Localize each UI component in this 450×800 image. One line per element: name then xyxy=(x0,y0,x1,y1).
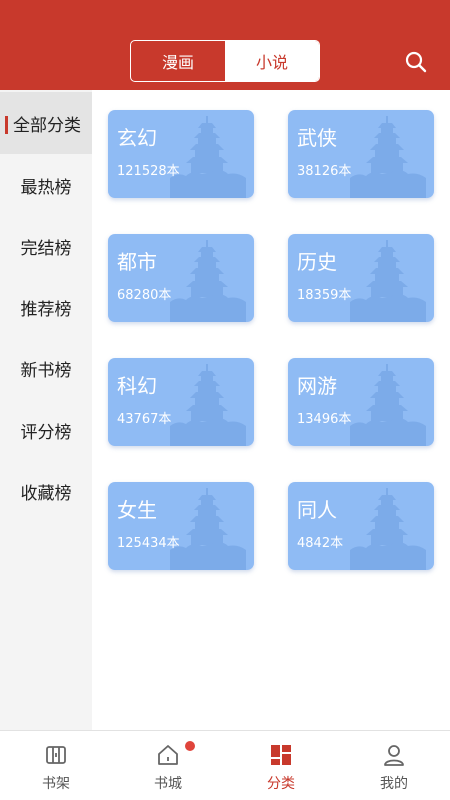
category-count: 121528本 xyxy=(117,164,180,179)
pagoda-illustration xyxy=(170,364,246,446)
category-card-tongren[interactable]: 同人 4842本 xyxy=(288,482,434,570)
sidebar-item-rating[interactable]: 评分榜 xyxy=(0,399,92,461)
pagoda-illustration xyxy=(350,240,426,322)
sidebar-item-label: 推荐榜 xyxy=(20,299,72,320)
sidebar-item-new-books[interactable]: 新书榜 xyxy=(0,337,92,399)
sidebar-item-favorites[interactable]: 收藏榜 xyxy=(0,460,92,522)
category-name: 同人 xyxy=(297,498,337,522)
category-count: 125434本 xyxy=(117,536,180,551)
ranking-sidebar: 全部分类 最热榜 完结榜 推荐榜 新书榜 评分榜 收藏榜 xyxy=(0,90,92,730)
tab-label: 书架 xyxy=(42,776,70,792)
category-card-lishi[interactable]: 历史 18359本 xyxy=(288,234,434,322)
category-name: 玄幻 xyxy=(117,126,157,150)
category-name: 都市 xyxy=(117,250,157,274)
search-icon[interactable] xyxy=(404,50,428,74)
tab-label: 我的 xyxy=(380,776,408,792)
pagoda-illustration xyxy=(350,116,426,198)
category-count: 43767本 xyxy=(117,412,172,427)
sidebar-item-label: 最热榜 xyxy=(20,177,72,198)
sidebar-item-recommended[interactable]: 推荐榜 xyxy=(0,276,92,338)
sidebar-item-label: 新书榜 xyxy=(20,360,72,381)
category-card-wangyou[interactable]: 网游 13496本 xyxy=(288,358,434,446)
category-card-xuanhuan[interactable]: 玄幻 121528本 xyxy=(108,110,254,198)
tab-novels[interactable]: 小说 xyxy=(225,41,319,81)
category-count: 18359本 xyxy=(297,288,352,303)
category-card-wuxia[interactable]: 武侠 38126本 xyxy=(288,110,434,198)
tab-profile[interactable]: 我的 xyxy=(338,731,450,800)
tab-bookshelf[interactable]: 书架 xyxy=(0,731,112,800)
pagoda-illustration xyxy=(170,116,246,198)
tab-label: 书城 xyxy=(154,776,182,792)
tab-label: 分类 xyxy=(267,776,295,792)
content-type-switch: 漫画 小说 xyxy=(130,40,320,82)
pagoda-illustration xyxy=(350,364,426,446)
category-card-nvsheng[interactable]: 女生 125434本 xyxy=(108,482,254,570)
category-card-dushi[interactable]: 都市 68280本 xyxy=(108,234,254,322)
sidebar-item-label: 收藏榜 xyxy=(20,483,72,504)
bottom-tab-bar: 书架 书城 分类 我的 xyxy=(0,730,450,800)
sidebar-item-completed[interactable]: 完结榜 xyxy=(0,215,92,277)
sidebar-item-label: 评分榜 xyxy=(20,422,72,443)
tab-category[interactable]: 分类 xyxy=(225,731,337,800)
sidebar-item-label: 全部分类 xyxy=(13,115,81,136)
category-name: 网游 xyxy=(297,374,337,398)
category-count: 68280本 xyxy=(117,288,172,303)
category-icon xyxy=(271,745,291,765)
category-count: 13496本 xyxy=(297,412,352,427)
category-count: 4842本 xyxy=(297,536,344,551)
category-name: 科幻 xyxy=(117,374,157,398)
category-name: 女生 xyxy=(117,498,157,522)
bookshelf-icon xyxy=(46,746,66,764)
pagoda-illustration xyxy=(350,488,426,570)
active-indicator xyxy=(5,116,8,134)
sidebar-item-label: 完结榜 xyxy=(20,238,72,259)
category-card-kehuan[interactable]: 科幻 43767本 xyxy=(108,358,254,446)
category-name: 武侠 xyxy=(297,126,337,150)
sidebar-item-all-categories[interactable]: 全部分类 xyxy=(0,92,92,154)
tab-comics[interactable]: 漫画 xyxy=(131,41,225,81)
top-header: 漫画 小说 xyxy=(0,0,450,90)
tab-bookstore[interactable]: 书城 xyxy=(112,731,224,800)
sidebar-item-hottest[interactable]: 最热榜 xyxy=(0,154,92,216)
category-count: 38126本 xyxy=(297,164,352,179)
category-name: 历史 xyxy=(297,250,337,274)
pagoda-illustration xyxy=(170,488,246,570)
notification-dot xyxy=(185,741,195,751)
category-grid: 玄幻 121528本 武侠 38126本 都市 68280本 历史 18359本… xyxy=(92,90,450,730)
home-icon xyxy=(158,745,178,765)
profile-icon xyxy=(384,745,404,766)
pagoda-illustration xyxy=(170,240,246,322)
